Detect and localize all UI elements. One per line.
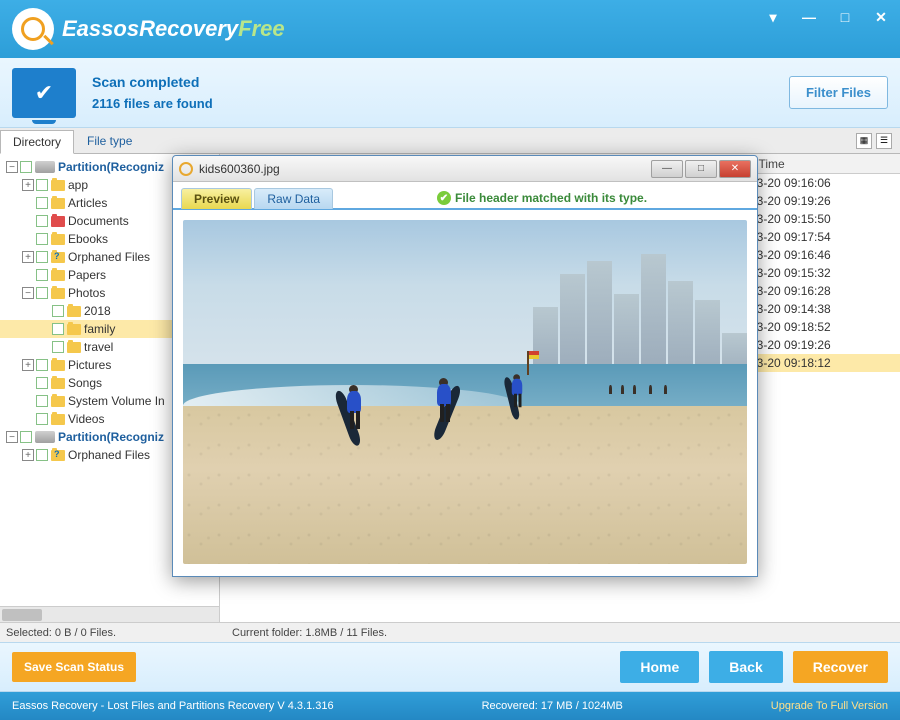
- preview-minimize-button[interactable]: ―: [651, 160, 683, 178]
- col-modify-time[interactable]: fy Time: [740, 155, 900, 173]
- tab-directory[interactable]: Directory: [0, 130, 74, 154]
- scan-status-count: 2116 files are found: [92, 96, 789, 111]
- status-bar: Selected: 0 B / 0 Files. Current folder:…: [0, 622, 900, 642]
- cell-modify-time: -03-20 09:18:12: [740, 355, 900, 371]
- tab-file-type[interactable]: File type: [74, 129, 145, 153]
- cell-modify-time: -03-20 09:18:52: [740, 319, 900, 335]
- folder-icon: [51, 198, 65, 209]
- save-scan-status-button[interactable]: Save Scan Status: [12, 652, 136, 682]
- folder-icon: [51, 216, 65, 227]
- check-icon: ✔: [35, 80, 53, 106]
- back-button[interactable]: Back: [709, 651, 782, 683]
- view-grid-icon[interactable]: ▦: [856, 133, 872, 149]
- preview-tab-preview[interactable]: Preview: [181, 188, 252, 209]
- preview-close-button[interactable]: ✕: [719, 160, 751, 178]
- upgrade-link[interactable]: Upgrade To Full Version: [771, 700, 888, 712]
- view-list-icon[interactable]: ☰: [876, 133, 892, 149]
- minimize-button[interactable]: ―: [798, 6, 820, 28]
- cell-modify-time: -03-20 09:16:28: [740, 283, 900, 299]
- folder-icon: [51, 378, 65, 389]
- cell-modify-time: -03-20 09:19:26: [740, 337, 900, 353]
- folder-icon: [51, 288, 65, 299]
- current-folder-status: Current folder: 1.8MB / 11 Files.: [226, 627, 387, 639]
- preview-image: [183, 220, 747, 564]
- preview-body: [173, 210, 757, 574]
- tree-h-scrollbar[interactable]: [0, 606, 219, 622]
- footer-version: Eassos Recovery - Lost Files and Partiti…: [12, 700, 334, 712]
- preview-tabs: Preview Raw Data ✔ File header matched w…: [173, 182, 757, 210]
- preview-filename: kids600360.jpg: [199, 162, 651, 176]
- drive-icon: [35, 431, 55, 443]
- drive-icon: [35, 161, 55, 173]
- app-logo: [12, 8, 54, 50]
- footer-recovered: Recovered: 17 MB / 1024MB: [334, 700, 771, 712]
- folder-icon: [67, 324, 81, 335]
- footer: Eassos Recovery - Lost Files and Partiti…: [0, 692, 900, 720]
- status-panel: ✔ Scan completed 2116 files are found Fi…: [0, 58, 900, 128]
- preview-tab-rawdata[interactable]: Raw Data: [254, 188, 333, 209]
- folder-icon: [51, 252, 65, 263]
- folder-icon: [67, 342, 81, 353]
- cell-modify-time: -03-20 09:16:06: [740, 175, 900, 191]
- folder-icon: [51, 270, 65, 281]
- folder-icon: [67, 306, 81, 317]
- cell-modify-time: -03-20 09:16:46: [740, 247, 900, 263]
- cell-modify-time: -03-20 09:15:50: [740, 211, 900, 227]
- recover-button[interactable]: Recover: [793, 651, 888, 683]
- filter-files-button[interactable]: Filter Files: [789, 76, 888, 109]
- check-icon: ✔: [437, 191, 451, 205]
- cell-modify-time: -03-20 09:17:54: [740, 229, 900, 245]
- folder-icon: [51, 234, 65, 245]
- preview-maximize-button[interactable]: □: [685, 160, 717, 178]
- preview-titlebar[interactable]: kids600360.jpg ― □ ✕: [173, 156, 757, 182]
- app-title: EassosRecoveryFree: [62, 16, 285, 42]
- folder-icon: [51, 396, 65, 407]
- cell-modify-time: -03-20 09:19:26: [740, 193, 900, 209]
- title-bar: EassosRecoveryFree ▾ ― □ ✕: [0, 0, 900, 58]
- folder-icon: [51, 414, 65, 425]
- menu-icon[interactable]: ▾: [762, 6, 784, 28]
- preview-window: kids600360.jpg ― □ ✕ Preview Raw Data ✔ …: [172, 155, 758, 577]
- selected-status: Selected: 0 B / 0 Files.: [6, 627, 226, 639]
- folder-icon: [51, 450, 65, 461]
- scan-status-title: Scan completed: [92, 74, 789, 90]
- home-button[interactable]: Home: [620, 651, 699, 683]
- action-bar: Save Scan Status Home Back Recover: [0, 642, 900, 692]
- cell-modify-time: -03-20 09:15:32: [740, 265, 900, 281]
- header-match-status: ✔ File header matched with its type.: [335, 191, 749, 205]
- maximize-button[interactable]: □: [834, 6, 856, 28]
- cell-modify-time: -03-20 09:14:38: [740, 301, 900, 317]
- magnifier-icon: [179, 162, 193, 176]
- monitor-icon: ✔: [12, 68, 76, 118]
- view-tabs: Directory File type ▦ ☰: [0, 128, 900, 154]
- folder-icon: [51, 180, 65, 191]
- folder-icon: [51, 360, 65, 371]
- close-button[interactable]: ✕: [870, 6, 892, 28]
